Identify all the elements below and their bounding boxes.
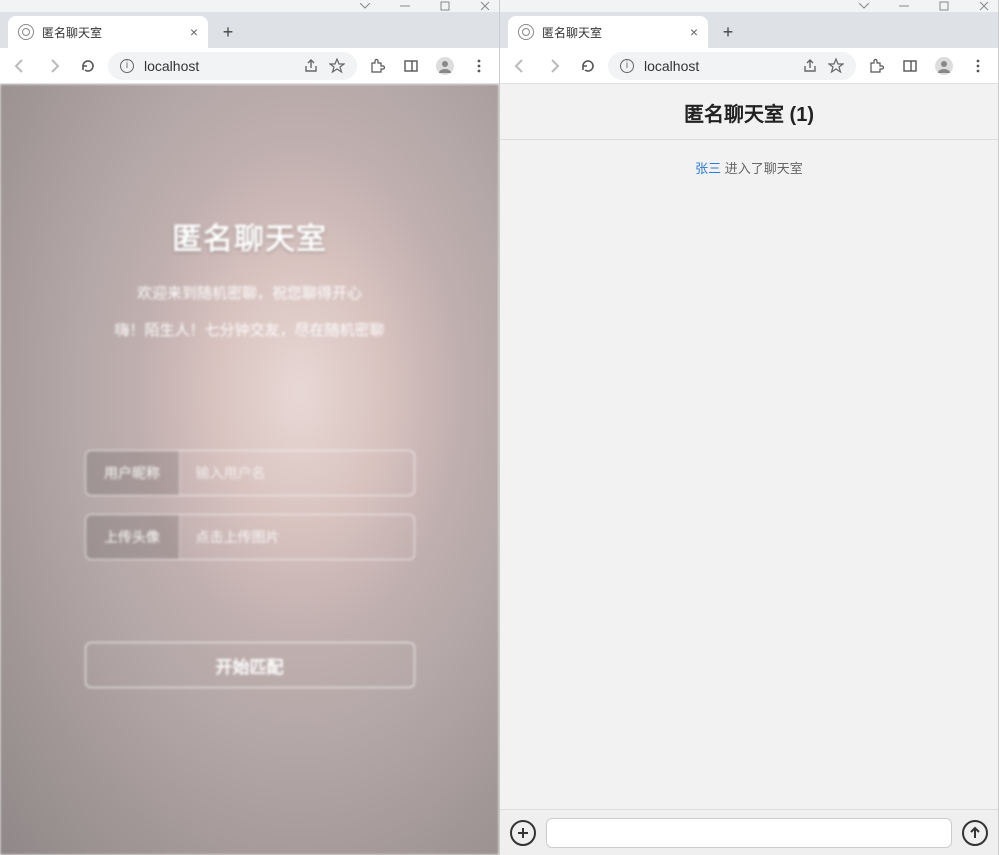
star-icon[interactable] (329, 58, 345, 74)
window-maximize-icon[interactable] (938, 0, 950, 12)
nickname-input[interactable] (180, 451, 414, 495)
chat-input-bar (500, 809, 998, 855)
forward-button[interactable] (540, 52, 568, 80)
new-tab-button[interactable]: + (714, 18, 742, 46)
tab-close-icon[interactable]: × (690, 24, 698, 40)
nickname-row: 用户昵称 (85, 450, 415, 496)
window-maximize-icon[interactable] (439, 0, 451, 12)
url-text: localhost (144, 58, 199, 74)
subtitle-2: 嗨！陌生人！七分钟交友，尽在随机密聊 (114, 319, 384, 340)
site-info-icon[interactable]: i (620, 59, 634, 73)
address-bar: i localhost (500, 48, 998, 84)
star-icon[interactable] (828, 58, 844, 74)
url-field[interactable]: i localhost (108, 52, 357, 80)
upload-trigger[interactable]: 点击上传图片 (180, 515, 414, 559)
window-dropdown-icon[interactable] (359, 0, 371, 12)
window-close-icon[interactable] (978, 0, 990, 12)
tab-title: 匿名聊天室 (42, 24, 182, 41)
window-close-icon[interactable] (479, 0, 491, 12)
browser-window-left: 匿名聊天室 × + i localhost 匿名聊天室 欢迎来到随机密聊，祝您聊… (0, 0, 500, 855)
chat-room: 匿名聊天室 (1) 张三 进入了聊天室 (500, 84, 998, 855)
back-button[interactable] (506, 52, 534, 80)
side-panel-icon[interactable] (896, 52, 924, 80)
profile-icon[interactable] (930, 52, 958, 80)
chat-header: 匿名聊天室 (1) (500, 84, 998, 140)
join-user: 张三 (695, 161, 721, 176)
window-titlebar (500, 0, 998, 12)
forward-button[interactable] (40, 52, 68, 80)
extensions-icon[interactable] (862, 52, 890, 80)
attach-button[interactable] (510, 820, 536, 846)
join-text: 进入了聊天室 (721, 161, 803, 176)
url-text: localhost (644, 58, 699, 74)
back-button[interactable] (6, 52, 34, 80)
reload-button[interactable] (574, 52, 602, 80)
nickname-label: 用户昵称 (86, 451, 180, 495)
tabs-bar: 匿名聊天室 × + (500, 12, 998, 48)
upload-label: 上传头像 (86, 515, 180, 559)
browser-window-right: 匿名聊天室 × + i localhost 匿名聊天室 (1) 张三 进入了聊天… (500, 0, 999, 855)
globe-icon (18, 24, 34, 40)
tab-close-icon[interactable]: × (190, 24, 198, 40)
menu-icon[interactable] (465, 52, 493, 80)
reload-button[interactable] (74, 52, 102, 80)
extensions-icon[interactable] (363, 52, 391, 80)
page-title: 匿名聊天室 (172, 214, 327, 258)
side-panel-icon[interactable] (397, 52, 425, 80)
share-icon[interactable] (303, 58, 319, 74)
upload-row: 上传头像 点击上传图片 (85, 514, 415, 560)
browser-tab[interactable]: 匿名聊天室 × (8, 16, 208, 48)
join-message: 张三 进入了聊天室 (500, 158, 998, 177)
tabs-bar: 匿名聊天室 × + (0, 12, 499, 48)
window-minimize-icon[interactable] (898, 0, 910, 12)
login-hero: 匿名聊天室 欢迎来到随机密聊，祝您聊得开心 嗨！陌生人！七分钟交友，尽在随机密聊… (0, 84, 499, 855)
window-minimize-icon[interactable] (399, 0, 411, 12)
url-field[interactable]: i localhost (608, 52, 856, 80)
window-dropdown-icon[interactable] (858, 0, 870, 12)
globe-icon (518, 24, 534, 40)
tab-title: 匿名聊天室 (542, 24, 682, 41)
start-match-button[interactable]: 开始匹配 (85, 642, 415, 688)
page-content-right: 匿名聊天室 (1) 张三 进入了聊天室 (500, 84, 998, 855)
share-icon[interactable] (802, 58, 818, 74)
profile-icon[interactable] (431, 52, 459, 80)
new-tab-button[interactable]: + (214, 18, 242, 46)
address-bar: i localhost (0, 48, 499, 84)
browser-tab[interactable]: 匿名聊天室 × (508, 16, 708, 48)
message-input[interactable] (546, 818, 952, 848)
send-button[interactable] (962, 820, 988, 846)
site-info-icon[interactable]: i (120, 59, 134, 73)
subtitle-1: 欢迎来到随机密聊，祝您聊得开心 (137, 282, 362, 303)
menu-icon[interactable] (964, 52, 992, 80)
window-titlebar (0, 0, 499, 12)
chat-messages: 张三 进入了聊天室 (500, 140, 998, 809)
page-content-left: 匿名聊天室 欢迎来到随机密聊，祝您聊得开心 嗨！陌生人！七分钟交友，尽在随机密聊… (0, 84, 499, 855)
